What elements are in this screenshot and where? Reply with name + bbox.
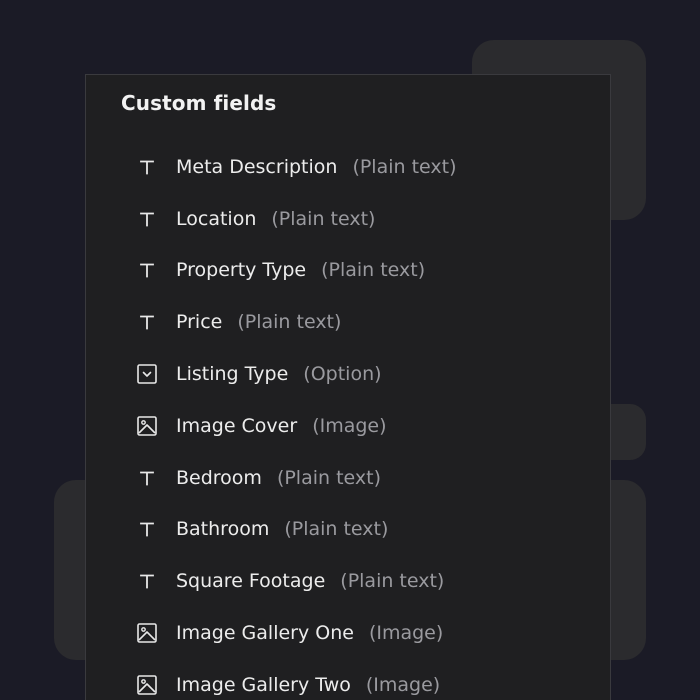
field-row[interactable]: Bathroom (Plain text) <box>136 504 596 556</box>
field-row[interactable]: Square Footage (Plain text) <box>136 555 596 607</box>
field-row[interactable]: Price (Plain text) <box>136 296 596 348</box>
field-type: (Image) <box>368 622 444 645</box>
image-icon <box>136 415 158 437</box>
stage: Custom fields Meta Description (Plain te… <box>0 0 700 700</box>
field-row[interactable]: Image Gallery One (Image) <box>136 607 596 659</box>
text-icon <box>136 570 158 592</box>
field-type: (Image) <box>365 673 441 696</box>
field-type: (Option) <box>303 363 382 386</box>
field-type: (Plain text) <box>237 311 342 334</box>
image-icon <box>136 674 158 696</box>
field-name: Square Footage <box>176 570 326 593</box>
field-type: (Plain text) <box>321 259 426 282</box>
field-type: (Image) <box>312 414 387 437</box>
custom-fields-panel: Custom fields Meta Description (Plain te… <box>85 74 611 700</box>
field-row[interactable]: Bedroom (Plain text) <box>136 452 596 504</box>
text-icon <box>136 467 158 489</box>
text-icon <box>136 311 158 333</box>
field-name: Price <box>176 311 223 334</box>
field-name: Meta Description <box>176 155 338 178</box>
field-row[interactable]: Image Cover (Image) <box>136 400 596 452</box>
field-name: Image Gallery Two <box>176 673 351 696</box>
text-icon <box>136 208 158 230</box>
field-name: Bedroom <box>176 466 262 489</box>
field-type: (Plain text) <box>276 466 382 489</box>
field-row[interactable]: Image Gallery Two (Image) <box>136 659 596 700</box>
image-icon <box>136 622 158 644</box>
field-type: (Plain text) <box>284 518 389 541</box>
field-type: (Plain text) <box>340 570 445 593</box>
panel-title: Custom fields <box>121 91 277 115</box>
option-icon <box>136 363 158 385</box>
field-name: Listing Type <box>176 363 289 386</box>
field-row[interactable]: Location (Plain text) <box>136 193 596 245</box>
field-name: Bathroom <box>176 518 270 541</box>
field-type: (Plain text) <box>352 155 457 178</box>
field-type: (Plain text) <box>271 207 376 230</box>
text-icon <box>136 259 158 281</box>
field-row[interactable]: Listing Type (Option) <box>136 348 596 400</box>
field-name: Location <box>176 207 257 230</box>
field-list: Meta Description (Plain text) Location (… <box>136 141 596 700</box>
field-row[interactable]: Meta Description (Plain text) <box>136 141 596 193</box>
text-icon <box>136 518 158 540</box>
field-row[interactable]: Property Type (Plain text) <box>136 245 596 297</box>
field-name: Image Cover <box>176 414 298 437</box>
field-name: Property Type <box>176 259 307 282</box>
text-icon <box>136 156 158 178</box>
field-name: Image Gallery One <box>176 622 354 645</box>
